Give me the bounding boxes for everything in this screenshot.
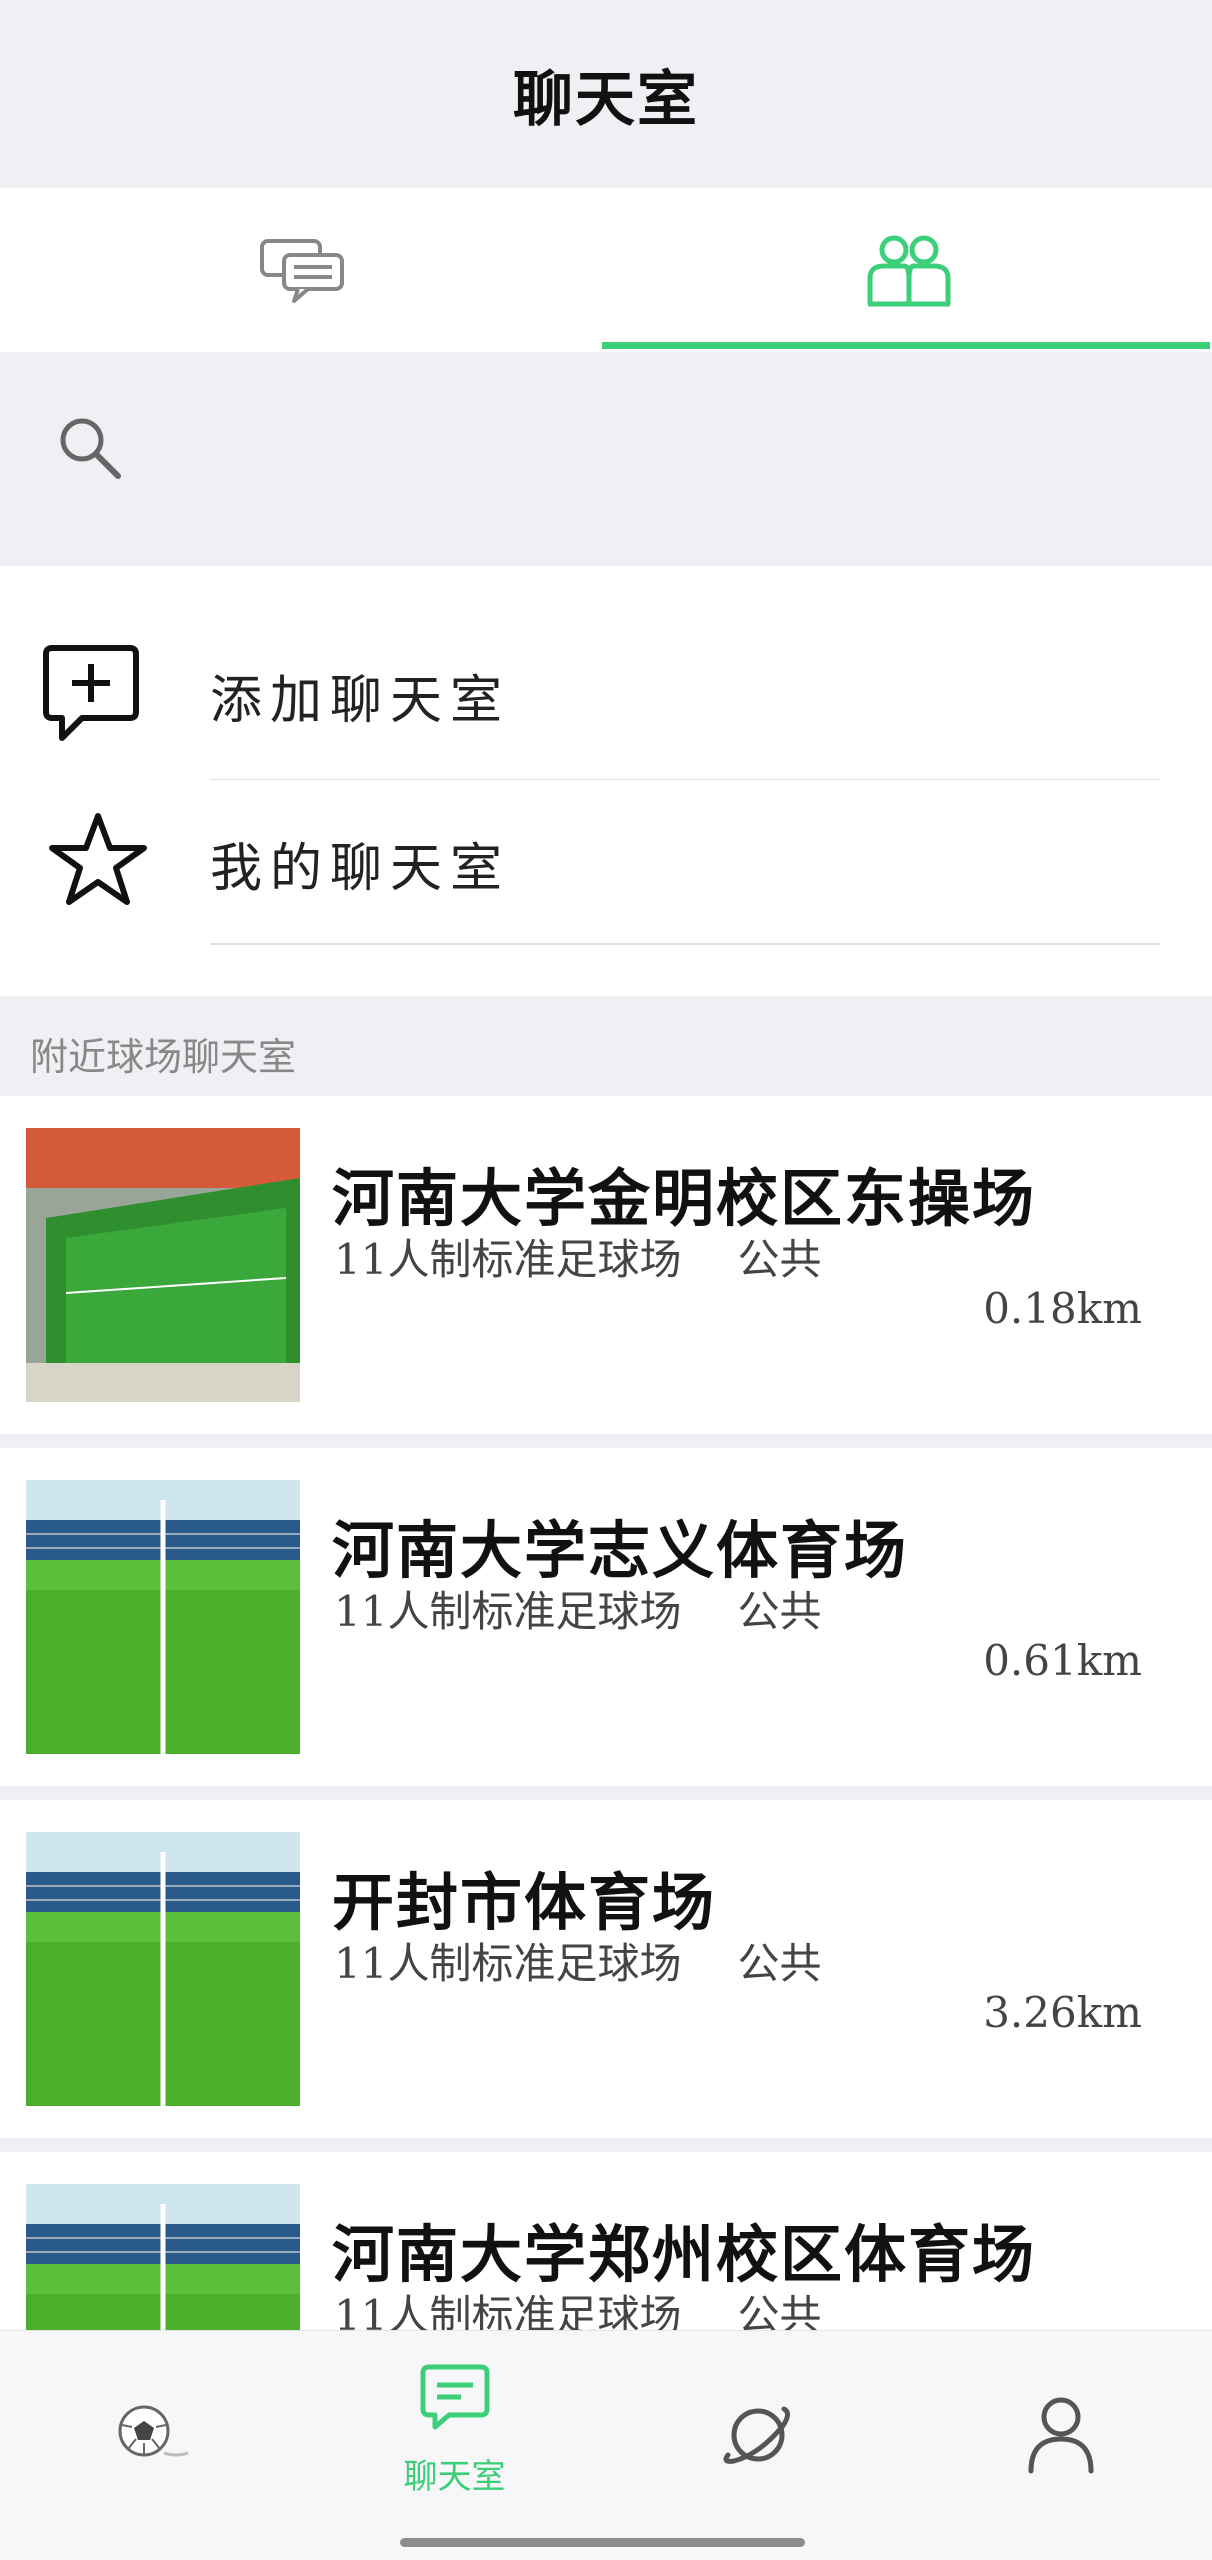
bottom-nav: 聊天室 bbox=[0, 2330, 1212, 2560]
tab-chats[interactable] bbox=[0, 188, 606, 352]
tab-rooms[interactable] bbox=[606, 188, 1212, 352]
stadium-type: 11人制标准足球场 bbox=[334, 1939, 682, 1988]
chat-room-page: 聊天室 添加聊天室 我的聊天室 附近球场聊天室 河南大学金明校区东操场 11人制… bbox=[0, 0, 1212, 2560]
stadium-thumbnail bbox=[26, 1832, 300, 2106]
page-title: 聊天室 bbox=[513, 64, 699, 135]
nav-item-chat[interactable]: 聊天室 bbox=[303, 2331, 606, 2531]
search-icon bbox=[60, 418, 121, 479]
search-bar[interactable] bbox=[0, 352, 1212, 566]
stadium-name: 开封市体育场 bbox=[332, 1866, 717, 1939]
add-chat-icon bbox=[43, 645, 139, 741]
stadium-type: 11人制标准足球场 bbox=[334, 1587, 682, 1636]
stadium-distance: 0.18km bbox=[983, 1284, 1142, 1333]
stadium-meta: 11人制标准足球场 公共 bbox=[334, 1226, 821, 1287]
menu-add-chat-room[interactable]: 添加聊天室 bbox=[0, 612, 1212, 776]
planet-icon bbox=[723, 2406, 790, 2464]
soccer-ball-icon bbox=[118, 2405, 188, 2457]
home-indicator bbox=[400, 2538, 805, 2547]
stadium-distance: 0.61km bbox=[983, 1636, 1142, 1685]
group-icon bbox=[867, 235, 951, 307]
nearby-section-header: 附近球场聊天室 bbox=[0, 996, 1212, 1096]
nav-label-chat: 聊天室 bbox=[403, 2457, 506, 2497]
star-icon bbox=[49, 813, 147, 905]
stadium-type: 11人制标准足球场 bbox=[334, 1235, 682, 1284]
list-separator bbox=[0, 1786, 1212, 1800]
list-item[interactable]: 开封市体育场 11人制标准足球场 公共 3.26km bbox=[0, 1800, 1212, 2138]
stadium-meta: 11人制标准足球场 公共 bbox=[334, 1930, 821, 1991]
nav-item-fields[interactable] bbox=[0, 2331, 303, 2531]
stadium-access: 公共 bbox=[737, 1939, 822, 1988]
stadium-distance: 3.26km bbox=[983, 1988, 1142, 2037]
list-item[interactable]: 河南大学志义体育场 11人制标准足球场 公共 0.61km bbox=[0, 1448, 1212, 1786]
stadium-access: 公共 bbox=[737, 1587, 822, 1636]
nav-item-profile[interactable] bbox=[909, 2331, 1212, 2531]
stadium-name: 河南大学金明校区东操场 bbox=[332, 1162, 1037, 1235]
stadium-access: 公共 bbox=[737, 1235, 822, 1284]
active-tab-indicator bbox=[602, 342, 1210, 349]
menu-divider bbox=[210, 943, 1160, 945]
list-item[interactable]: 河南大学金明校区东操场 11人制标准足球场 公共 0.18km bbox=[0, 1096, 1212, 1434]
my-chat-rooms-label: 我的聊天室 bbox=[210, 839, 511, 899]
chat-icon bbox=[420, 2364, 489, 2430]
stadium-name: 河南大学志义体育场 bbox=[332, 1514, 909, 1587]
stadium-name: 河南大学郑州校区体育场 bbox=[332, 2218, 1037, 2291]
section-title: 附近球场聊天室 bbox=[30, 1035, 297, 1079]
nav-item-discover[interactable] bbox=[606, 2331, 909, 2531]
chat-bubbles-icon bbox=[260, 239, 344, 303]
list-separator bbox=[0, 1434, 1212, 1448]
header: 聊天室 bbox=[0, 0, 1212, 188]
tab-bar bbox=[0, 188, 1212, 352]
person-icon bbox=[1028, 2397, 1093, 2474]
stadium-thumbnail bbox=[26, 1480, 300, 1754]
list-separator bbox=[0, 2138, 1212, 2152]
stadium-meta: 11人制标准足球场 公共 bbox=[334, 1578, 821, 1639]
stadium-thumbnail bbox=[26, 1128, 300, 1402]
menu-my-chat-rooms[interactable]: 我的聊天室 bbox=[0, 780, 1212, 944]
add-chat-room-label: 添加聊天室 bbox=[210, 671, 511, 731]
